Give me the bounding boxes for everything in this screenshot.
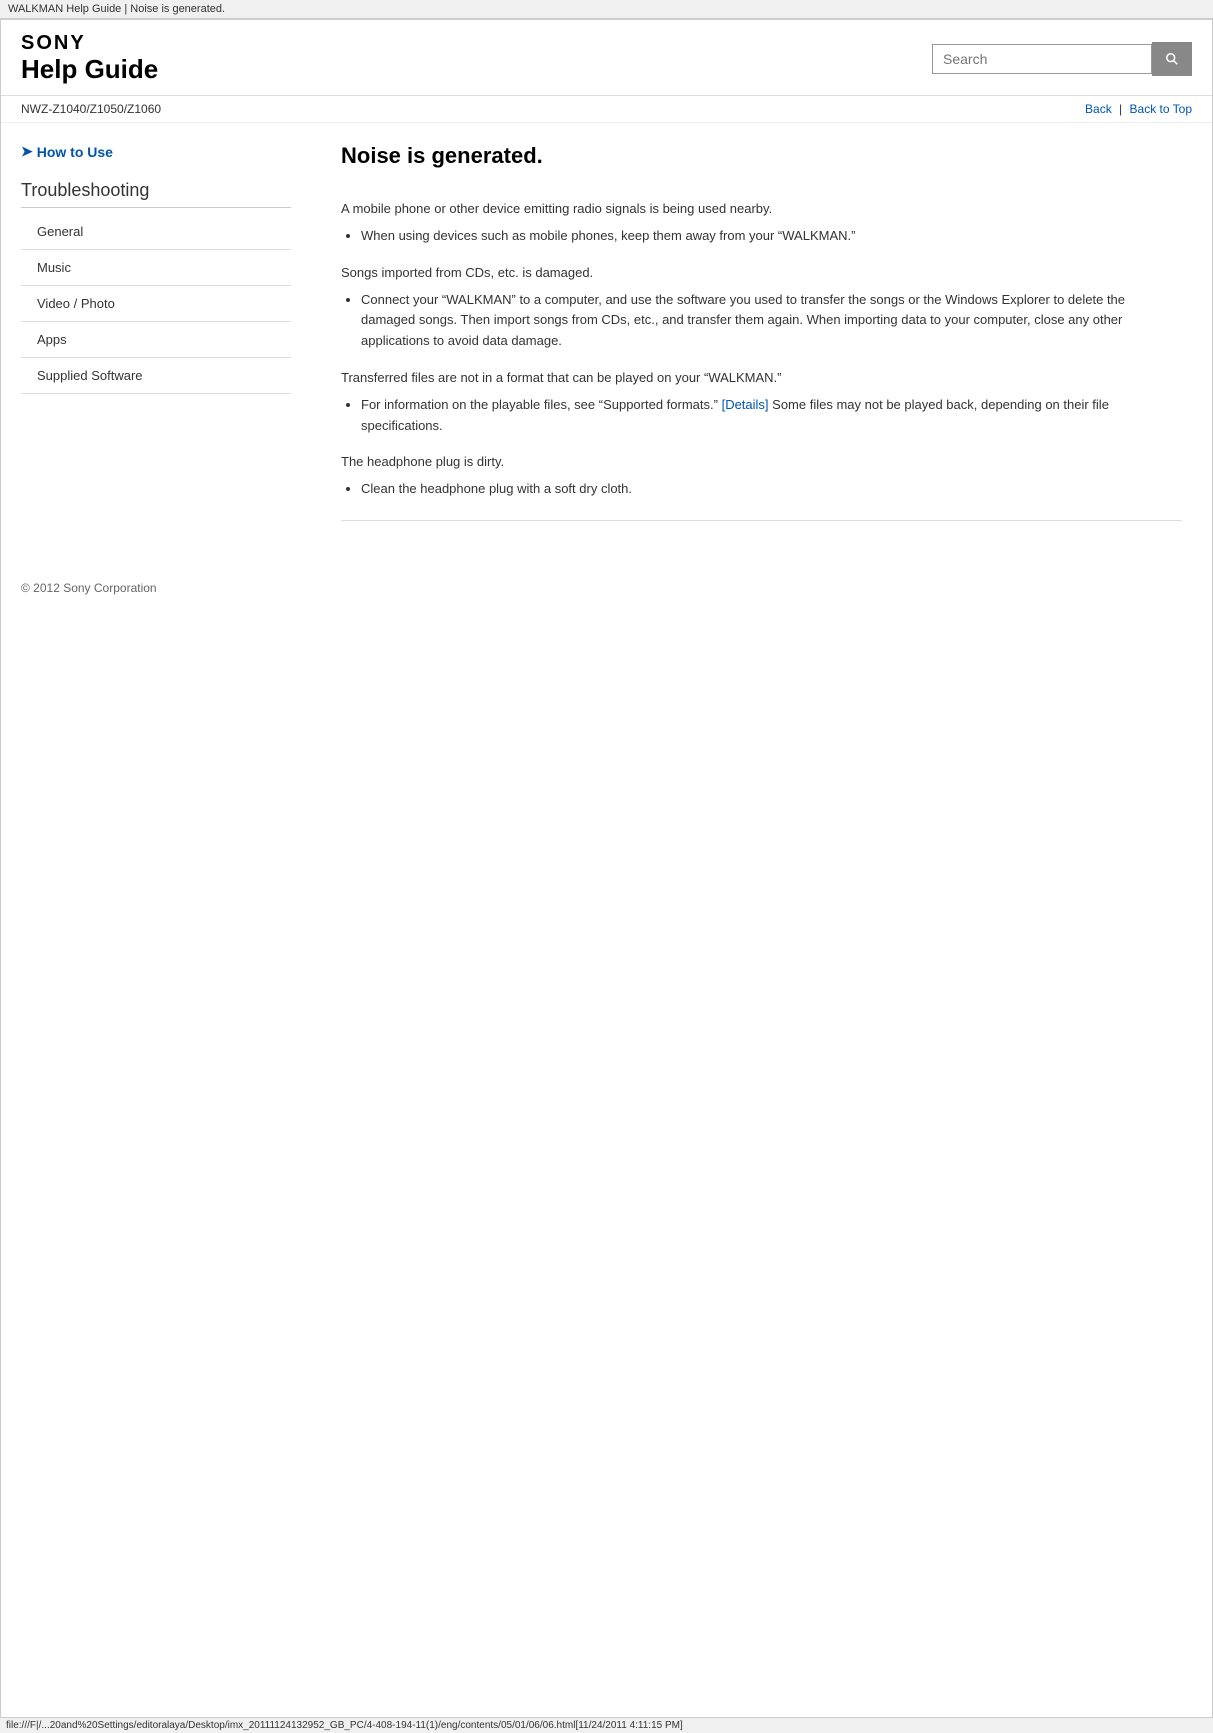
content-section-2: Songs imported from CDs, etc. is damaged… [341,263,1182,352]
sidebar-item-video-photo[interactable]: Video / Photo [21,286,291,322]
content-section-4: The headphone plug is dirty. Clean the h… [341,452,1182,500]
sony-logo: SONY [21,32,158,54]
nav-links: Back | Back to Top [1085,102,1192,116]
search-icon [1165,51,1179,67]
section1-paragraph: A mobile phone or other device emitting … [341,199,1182,220]
nav-separator: | [1119,102,1122,116]
how-to-use-label: How to Use [37,144,113,160]
sidebar-item-supplied-software[interactable]: Supplied Software [21,358,291,394]
section3-bullet-1: For information on the playable files, s… [361,395,1182,437]
main-content: ➤ How to Use Troubleshooting General Mus… [1,123,1212,561]
section3-list: For information on the playable files, s… [361,395,1182,437]
section2-bullet-1: Connect your “WALKMAN” to a computer, an… [361,290,1182,352]
section1-list: When using devices such as mobile phones… [361,226,1182,247]
section2-paragraph: Songs imported from CDs, etc. is damaged… [341,263,1182,284]
sidebar-item-general[interactable]: General [21,214,291,250]
help-guide-title: Help Guide [21,54,158,85]
nav-bar: NWZ-Z1040/Z1050/Z1060 Back | Back to Top [1,96,1212,123]
content-section-1: A mobile phone or other device emitting … [341,199,1182,247]
section2-list: Connect your “WALKMAN” to a computer, an… [361,290,1182,352]
search-input[interactable] [932,44,1152,74]
back-link[interactable]: Back [1085,102,1112,116]
section1-bullet-1: When using devices such as mobile phones… [361,226,1182,247]
browser-title: WALKMAN Help Guide | Noise is generated. [8,3,225,15]
page-wrapper: SONY Help Guide NWZ-Z1040/Z1050/Z1060 Ba… [0,19,1213,1719]
sidebar-item-apps[interactable]: Apps [21,322,291,358]
details-link[interactable]: [Details] [722,397,769,412]
section4-bullet-1: Clean the headphone plug with a soft dry… [361,479,1182,500]
browser-title-bar: WALKMAN Help Guide | Noise is generated. [0,0,1213,19]
content-area: Noise is generated. A mobile phone or ot… [311,123,1212,561]
sidebar-item-music[interactable]: Music [21,250,291,286]
search-button[interactable] [1152,42,1192,76]
header: SONY Help Guide [1,20,1212,96]
bottom-bar-url: file:///F|/...20and%20Settings/editorala… [6,1720,683,1731]
section3-paragraph: Transferred files are not in a format th… [341,368,1182,389]
section4-list: Clean the headphone plug with a soft dry… [361,479,1182,500]
footer-area: © 2012 Sony Corporation [1,561,1212,605]
page-title: Noise is generated. [341,143,1182,179]
troubleshooting-heading: Troubleshooting [21,180,291,208]
header-left: SONY Help Guide [21,32,158,85]
how-to-use-link[interactable]: ➤ How to Use [21,143,291,160]
back-to-top-link[interactable]: Back to Top [1130,102,1192,116]
bottom-bar: file:///F|/...20and%20Settings/editorala… [0,1717,1213,1733]
chevron-right-icon: ➤ [21,143,33,160]
model-number: NWZ-Z1040/Z1050/Z1060 [21,102,161,116]
copyright: © 2012 Sony Corporation [21,581,1192,595]
search-area [932,42,1192,76]
content-section-3: Transferred files are not in a format th… [341,368,1182,436]
content-divider [341,520,1182,521]
sidebar: ➤ How to Use Troubleshooting General Mus… [1,123,311,561]
section4-paragraph: The headphone plug is dirty. [341,452,1182,473]
